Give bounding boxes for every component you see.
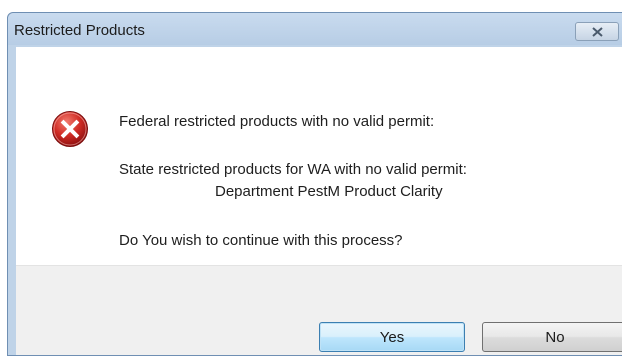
dialog-content: Federal restricted products with no vali… [16,47,622,355]
close-icon [592,27,603,37]
button-bar: Yes No [16,265,622,355]
restricted-product-name: Department PestM Product Clarity [215,183,443,200]
no-button[interactable]: No [482,322,622,352]
federal-restricted-text: Federal restricted products with no vali… [119,113,435,130]
continue-question-text: Do You wish to continue with this proces… [119,232,403,249]
error-icon [52,111,88,147]
state-restricted-text: State restricted products for WA with no… [119,161,467,178]
restricted-products-dialog: Restricted Products Federal restricted p… [7,12,622,356]
message-area: Federal restricted products with no vali… [16,47,622,265]
yes-button[interactable]: Yes [319,322,465,352]
dialog-title: Restricted Products [14,22,145,39]
title-bar[interactable]: Restricted Products [8,13,622,45]
close-button[interactable] [575,22,619,41]
